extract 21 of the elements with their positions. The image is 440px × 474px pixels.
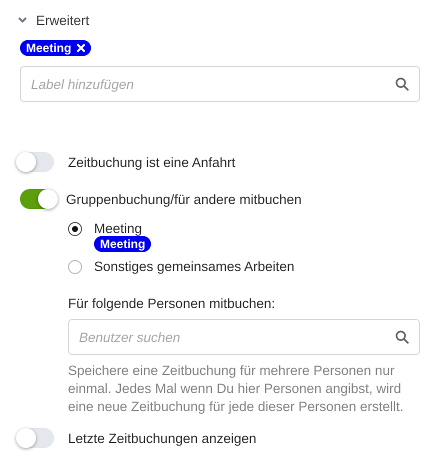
search-field[interactable]: Label hinzufügen bbox=[20, 66, 420, 102]
label-tag: Meeting bbox=[94, 236, 152, 252]
toggle-switch[interactable] bbox=[16, 428, 54, 448]
toggle-label: Gruppenbuchung/für andere mitbuchen bbox=[66, 192, 302, 206]
search-icon[interactable] bbox=[395, 330, 409, 344]
radio-label: Sonstiges gemeinsames Arbeiten bbox=[94, 259, 296, 274]
remove-icon[interactable] bbox=[77, 44, 86, 52]
help-text: Speichere eine Zeitbuchung für mehrere Personen nur einmal. Jedes Mal wenn Du hier Personen angibst, wird eine neue Zeitbuchung für jede dieser Personen erstellt. bbox=[68, 362, 404, 416]
toggle-switch[interactable] bbox=[16, 152, 54, 172]
search-icon[interactable] bbox=[395, 77, 409, 91]
radio-button[interactable] bbox=[68, 260, 82, 274]
section-title[interactable]: Erweitert bbox=[36, 12, 90, 28]
toggle-label: Letzte Zeitbuchungen anzeigen bbox=[68, 430, 256, 446]
toggle-label: Zeitbuchung ist eine Anfahrt bbox=[68, 154, 236, 170]
search-field[interactable]: Benutzer suchen bbox=[68, 319, 420, 355]
field-label: Für folgende Personen mitbuchen: bbox=[68, 296, 276, 311]
radio-label: Meeting bbox=[94, 221, 144, 236]
chevron-icon[interactable] bbox=[18, 17, 27, 23]
label-tag: Meeting bbox=[20, 40, 92, 56]
toggle-switch[interactable] bbox=[20, 189, 58, 209]
radio-button[interactable] bbox=[68, 222, 82, 236]
